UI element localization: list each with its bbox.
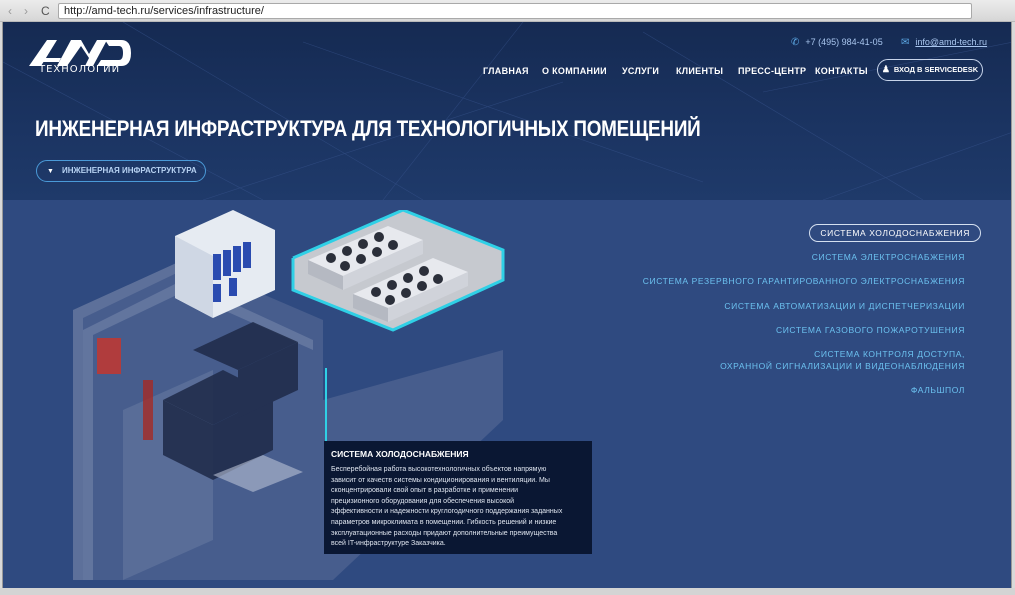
system-cooling[interactable]: СИСТЕМА ХОЛОДОСНАБЖЕНИЯ	[809, 224, 981, 242]
nav-about[interactable]: О КОМПАНИИ	[542, 66, 607, 76]
info-text: Бесперебойная работа высокотехнологичных…	[331, 466, 563, 548]
hero-header: ТЕХНОЛОГИИ ✆ +7 (495) 984-41-05 ✉ info@amd…	[3, 22, 1011, 200]
address-bar[interactable]: http://amd-tech.ru/services/infrastructu…	[58, 3, 972, 19]
web-page: ТЕХНОЛОГИИ ✆ +7 (495) 984-41-05 ✉ info@amd…	[2, 22, 1012, 588]
reload-icon[interactable]: C	[41, 4, 50, 18]
phone-icon: ✆	[791, 37, 800, 48]
system-info-box: СИСТЕМА ХОЛОДОСНАБЖЕНИЯ Бесперебойная ра…	[324, 441, 592, 554]
user-icon: ♟	[881, 64, 890, 74]
nav-services[interactable]: УСЛУГИ	[622, 66, 659, 76]
system-power[interactable]: СИСТЕМА ЭЛЕКТРОСНАБЖЕНИЯ	[812, 251, 965, 263]
caret-down-icon: ▼	[47, 168, 54, 175]
system-gas-fire[interactable]: СИСТЕМА ГАЗОВОГО ПОЖАРОТУШЕНИЯ	[776, 324, 965, 336]
system-backup-power[interactable]: СИСТЕМА РЕЗЕРВНОГО ГАРАНТИРОВАННОГО ЭЛЕК…	[643, 275, 965, 287]
system-automation[interactable]: СИСТЕМА АВТОМАТИЗАЦИИ И ДИСПЕТЧЕРИЗАЦИИ	[724, 300, 965, 312]
system-raised-floor[interactable]: ФАЛЬШПОЛ	[911, 384, 965, 396]
tooltip-pointer-line	[325, 368, 327, 444]
nav-main[interactable]: ГЛАВНАЯ	[483, 66, 529, 76]
browser-toolbar: ‹ › C http://amd-tech.ru/services/infras…	[0, 0, 1015, 22]
back-icon[interactable]: ‹	[8, 4, 12, 18]
page-title: ИНЖЕНЕРНАЯ ИНФРАСТРУКТУРА ДЛЯ ТЕХНОЛОГИЧ…	[35, 116, 701, 141]
contact-phone[interactable]: ✆ +7 (495) 984-41-05	[791, 37, 883, 48]
system-access-control-line2[interactable]: ОХРАННОЙ СИГНАЛИЗАЦИИ И ВИДЕОНАБЛЮДЕНИЯ	[720, 360, 965, 372]
nav-press[interactable]: ПРЕСС-ЦЕНТР	[738, 66, 806, 76]
nav-clients[interactable]: КЛИЕНТЫ	[676, 66, 723, 76]
nav-contacts[interactable]: КОНТАКТЫ	[815, 66, 868, 76]
contact-email[interactable]: ✉ info@amd-tech.ru	[901, 37, 987, 48]
window-bottom-edge	[0, 588, 1015, 595]
system-access-control-line1[interactable]: СИСТЕМА КОНТРОЛЯ ДОСТУПА,	[814, 348, 965, 360]
section-dropdown[interactable]: ▼ ИНЖЕНЕРНАЯ ИНФРАСТРУКТУРА	[36, 160, 206, 182]
forward-icon[interactable]: ›	[24, 4, 28, 18]
info-title: СИСТЕМА ХОЛОДОСНАБЖЕНИЯ	[331, 449, 469, 459]
logo-subtitle: ТЕХНОЛОГИИ	[39, 64, 121, 75]
servicedesk-button[interactable]: ♟ ВХОД В SERVICEDESK	[877, 59, 983, 81]
mail-icon: ✉	[901, 37, 910, 48]
